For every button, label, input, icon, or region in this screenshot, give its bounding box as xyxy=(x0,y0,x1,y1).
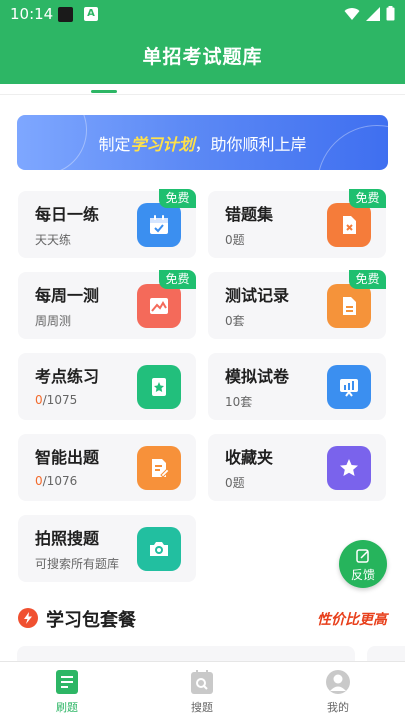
tab-indicator xyxy=(91,90,117,93)
feedback-label: 反馈 xyxy=(350,568,375,582)
card-title: 测试记录 xyxy=(225,286,290,305)
feedback-button[interactable]: 反馈 xyxy=(339,540,387,588)
progress-done: 0 xyxy=(35,474,43,488)
card-title: 模拟试卷 xyxy=(225,367,290,386)
banner-highlight: 学习计划 xyxy=(130,135,195,154)
card-title: 每日一练 xyxy=(35,205,100,224)
free-badge: 免费 xyxy=(159,270,196,289)
card-subtitle: 0题 xyxy=(225,233,245,247)
camera-icon xyxy=(137,527,181,571)
card-title: 错题集 xyxy=(225,205,274,224)
practice-icon xyxy=(55,670,79,694)
progress-total: /1075 xyxy=(42,393,78,407)
card-subtitle: 天天练 xyxy=(35,233,72,247)
nav-profile[interactable]: 我的 xyxy=(298,670,378,715)
lightning-icon xyxy=(18,608,38,628)
progress-total: /1076 xyxy=(42,474,78,488)
card-topic-practice[interactable]: 考点练习 0/1075 xyxy=(18,353,196,420)
presentation-icon xyxy=(327,365,371,409)
app-notification-icon: A xyxy=(84,7,98,21)
nav-label: 我的 xyxy=(327,701,349,714)
card-favorites[interactable]: 收藏夹 0题 xyxy=(208,434,386,501)
free-badge: 免费 xyxy=(349,270,386,289)
wifi-icon xyxy=(344,7,360,20)
free-badge: 免费 xyxy=(349,189,386,208)
card-subtitle: 10套 xyxy=(225,395,253,409)
section-title: 学习包套餐 xyxy=(46,610,136,631)
card-weekly-test[interactable]: 每周一测 周周测 免费 xyxy=(18,270,196,339)
status-time: 10:14 xyxy=(10,5,54,23)
star-icon xyxy=(327,446,371,490)
banner-prefix: 制定 xyxy=(98,135,131,154)
card-subtitle: 0/1075 xyxy=(35,393,77,407)
card-title: 考点练习 xyxy=(35,367,100,386)
card-smart-questions[interactable]: 智能出题 0/1076 xyxy=(18,434,196,501)
status-bar: 10:14 A xyxy=(0,0,405,28)
card-title: 每周一测 xyxy=(35,286,100,305)
image-chart-icon xyxy=(137,284,181,328)
card-title: 拍照搜题 xyxy=(35,529,100,548)
star-book-icon xyxy=(137,365,181,409)
free-badge: 免费 xyxy=(159,189,196,208)
edit-icon xyxy=(356,549,369,563)
card-daily-practice[interactable]: 每日一练 天天练 免费 xyxy=(18,189,196,258)
user-icon xyxy=(326,670,350,694)
card-mock-exam[interactable]: 模拟试卷 10套 xyxy=(208,353,386,420)
card-wrong-questions[interactable]: 错题集 0题 免费 xyxy=(208,189,386,258)
card-test-records[interactable]: 测试记录 0套 免费 xyxy=(208,270,386,339)
card-subtitle: 0题 xyxy=(225,476,245,490)
signal-icon xyxy=(366,6,380,21)
card-subtitle: 0/1076 xyxy=(35,474,77,488)
progress-done: 0 xyxy=(35,393,43,407)
notification-icon xyxy=(58,7,73,22)
calendar-icon xyxy=(137,203,181,247)
page-title: 单招考试题库 xyxy=(142,46,263,68)
edit-doc-icon xyxy=(137,446,181,490)
search-icon xyxy=(190,670,214,694)
bottom-nav: 刷题 搜题 我的 xyxy=(0,661,405,720)
nav-search[interactable]: 搜题 xyxy=(162,670,242,715)
study-plan-banner[interactable]: 制定学习计划，助你顺利上岸 xyxy=(17,115,388,170)
card-photo-search[interactable]: 拍照搜题 可搜索所有题库 xyxy=(18,515,196,582)
nav-label: 搜题 xyxy=(191,701,213,714)
card-title: 智能出题 xyxy=(35,448,100,467)
card-subtitle: 可搜索所有题库 xyxy=(35,557,120,571)
banner-text: 制定学习计划，助你顺利上岸 xyxy=(17,131,388,155)
divider xyxy=(0,94,405,95)
wrong-doc-icon xyxy=(327,203,371,247)
document-icon xyxy=(327,284,371,328)
card-subtitle: 周周测 xyxy=(35,314,72,328)
nav-practice[interactable]: 刷题 xyxy=(27,670,107,715)
battery-icon xyxy=(386,6,395,21)
card-title: 收藏夹 xyxy=(225,448,274,467)
card-subtitle: 0套 xyxy=(225,314,245,328)
banner-suffix: ，助你顺利上岸 xyxy=(194,135,307,154)
section-tag: 性价比更高 xyxy=(317,612,387,628)
nav-label: 刷题 xyxy=(56,701,78,714)
app-header: 单招考试题库 xyxy=(0,28,405,84)
